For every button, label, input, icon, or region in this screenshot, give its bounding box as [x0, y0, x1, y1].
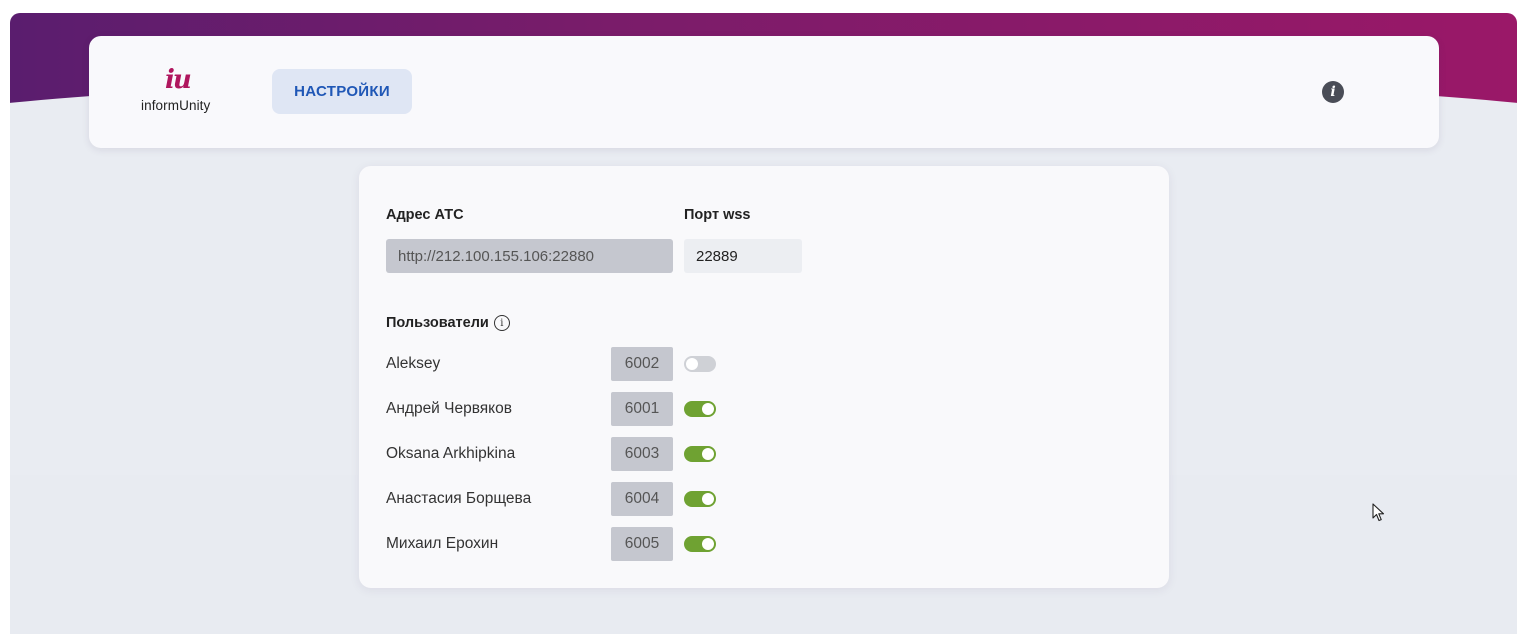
atc-address-label: Адрес АТС	[386, 207, 464, 223]
toggle-knob	[686, 358, 698, 370]
user-row: Анастасия Борщева 6004	[386, 482, 726, 516]
user-extension[interactable]: 6005	[611, 527, 673, 561]
logo-text: informUnity	[141, 98, 211, 113]
info-icon[interactable]: i	[1322, 81, 1344, 103]
user-name: Aleksey	[386, 355, 441, 372]
users-title-label: Пользователи	[386, 315, 489, 331]
user-extension[interactable]: 6004	[611, 482, 673, 516]
toggle-knob	[702, 493, 714, 505]
settings-button[interactable]: НАСТРОЙКИ	[272, 69, 412, 114]
user-extension[interactable]: 6002	[611, 347, 673, 381]
user-toggle[interactable]	[684, 401, 716, 417]
settings-card: Адрес АТС Порт wss http://212.100.155.10…	[359, 166, 1169, 588]
toggle-knob	[702, 448, 714, 460]
user-row: Михаил Ерохин 6005	[386, 527, 726, 561]
user-row: Андрей Червяков 6001	[386, 392, 726, 426]
header-card: iu informUnity НАСТРОЙКИ i	[89, 36, 1439, 148]
logo[interactable]: iu informUnity	[141, 65, 221, 116]
logo-mark: iu	[165, 65, 192, 95]
user-name: Михаил Ерохин	[386, 535, 499, 552]
user-extension[interactable]: 6003	[611, 437, 673, 471]
users-title: Пользователи i	[386, 315, 510, 331]
user-name: Анастасия Борщева	[386, 490, 532, 507]
user-toggle[interactable]	[684, 446, 716, 462]
app-frame: iu informUnity НАСТРОЙКИ i Адрес АТС Пор…	[10, 13, 1517, 634]
user-toggle[interactable]	[684, 356, 716, 372]
user-extension[interactable]: 6001	[611, 392, 673, 426]
mouse-cursor-icon	[1372, 503, 1385, 522]
atc-address-input[interactable]: http://212.100.155.106:22880	[386, 239, 673, 273]
user-toggle[interactable]	[684, 491, 716, 507]
wss-port-label: Порт wss	[684, 207, 751, 223]
toggle-knob	[702, 538, 714, 550]
user-name: Андрей Червяков	[386, 400, 512, 417]
user-toggle[interactable]	[684, 536, 716, 552]
user-name: Oksana Arkhipkina	[386, 445, 516, 462]
users-info-icon[interactable]: i	[493, 315, 510, 331]
wss-port-input[interactable]: 22889	[684, 239, 802, 273]
user-row: Aleksey 6002	[386, 347, 726, 381]
user-row: Oksana Arkhipkina 6003	[386, 437, 726, 471]
toggle-knob	[702, 403, 714, 415]
